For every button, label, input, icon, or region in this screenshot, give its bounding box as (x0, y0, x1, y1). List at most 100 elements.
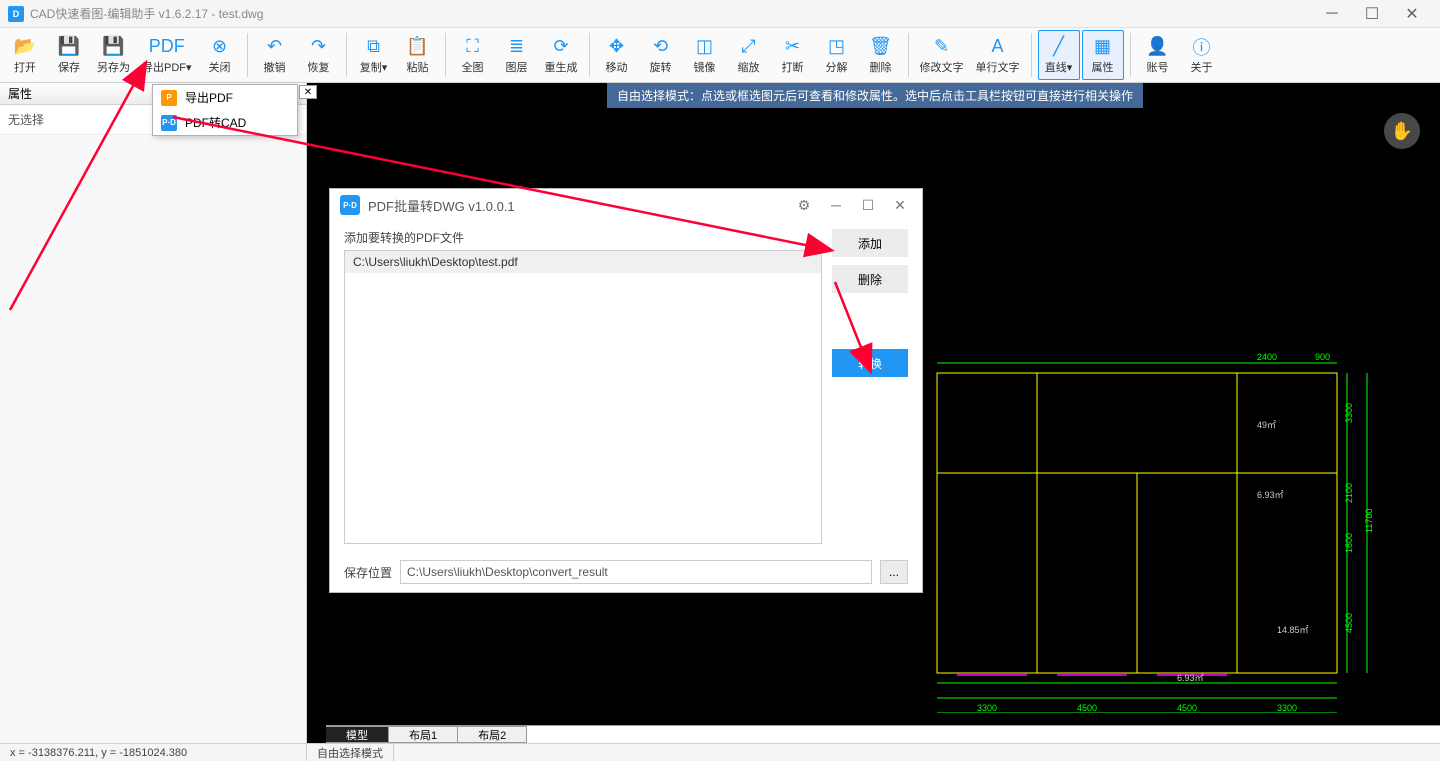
tool-保存[interactable]: 💾保存 (48, 30, 90, 80)
svg-text:11700: 11700 (1364, 509, 1374, 533)
属性-icon: ▦ (1091, 36, 1115, 58)
打开-icon: 📂 (13, 36, 37, 58)
tool-缩放[interactable]: ⤢缩放 (728, 30, 770, 80)
save-path-field[interactable]: C:\Users\liukh\Desktop\convert_result (400, 560, 872, 584)
statusbar: x = -3138376.211, y = -1851024.380 自由选择模… (0, 743, 1440, 761)
tool-镜像[interactable]: ◫镜像 (684, 30, 726, 80)
dialog-section-label: 添加要转换的PDF文件 (344, 229, 822, 246)
tool-恢复[interactable]: ↷恢复 (298, 30, 340, 80)
svg-text:3300: 3300 (1344, 403, 1354, 423)
关于-icon: ⓘ (1190, 36, 1214, 58)
layout-tabs: 模型布局1布局2 (326, 725, 1440, 743)
恢复-icon: ↷ (307, 36, 331, 58)
save-location-label: 保存位置 (344, 564, 392, 581)
另存为-icon: 💾 (102, 36, 126, 58)
tool-label: 导出PDF▾ (142, 59, 192, 75)
pdf-to-dwg-dialog: P·D PDF批量转DWG v1.0.0.1 ⚙ ─ ☐ ✕ 添加要转换的PDF… (329, 188, 923, 593)
tool-label: 镜像 (694, 59, 716, 75)
tool-关闭[interactable]: ⊗关闭 (199, 30, 241, 80)
toolbar-separator (589, 33, 590, 77)
导出PDF-icon: PDF (155, 36, 179, 58)
删除-icon: 🗑 (869, 36, 893, 58)
dialog-footer: 保存位置 C:\Users\liukh\Desktop\convert_resu… (330, 552, 922, 592)
svg-text:49㎡: 49㎡ (1257, 420, 1276, 430)
tool-label: 删除 (870, 59, 892, 75)
tool-单行文字[interactable]: A单行文字 (971, 30, 1025, 80)
dialog-settings-icon[interactable]: ⚙ (792, 193, 816, 217)
browse-button[interactable]: ... (880, 560, 908, 584)
重生成-icon: ⟳ (549, 36, 573, 58)
tool-图层[interactable]: ≣图层 (496, 30, 538, 80)
tool-label: 账号 (1147, 59, 1169, 75)
svg-text:2100: 2100 (1344, 483, 1354, 503)
tool-label: 直线▾ (1045, 59, 1073, 75)
toolbar-separator (908, 33, 909, 77)
tool-关于[interactable]: ⓘ关于 (1181, 30, 1223, 80)
pan-tool-icon[interactable]: ✋ (1384, 113, 1420, 149)
dropdown-item-pdf-to-cad[interactable]: P·D PDF转CAD (153, 110, 297, 135)
dialog-close-button[interactable]: ✕ (888, 193, 912, 217)
dialog-app-icon: P·D (340, 195, 360, 215)
tool-删除[interactable]: 🗑删除 (860, 30, 902, 80)
tool-导出PDF[interactable]: PDF导出PDF▾ (137, 30, 197, 80)
tool-分解[interactable]: ◳分解 (816, 30, 858, 80)
dropdown-close-icon[interactable]: ✕ (299, 85, 317, 99)
tool-账号[interactable]: 👤账号 (1137, 30, 1179, 80)
dialog-maximize-button[interactable]: ☐ (856, 193, 880, 217)
tool-label: 另存为 (97, 59, 130, 75)
移动-icon: ✥ (605, 36, 629, 58)
pdf-file-list[interactable]: C:\Users\liukh\Desktop\test.pdf (344, 250, 822, 544)
tool-另存为[interactable]: 💾另存为 (92, 30, 135, 80)
tool-label: 关于 (1191, 59, 1213, 75)
直线-icon: ╱ (1047, 36, 1071, 58)
svg-text:2400: 2400 (1257, 352, 1277, 362)
svg-text:900: 900 (1315, 352, 1330, 362)
list-item[interactable]: C:\Users\liukh\Desktop\test.pdf (345, 251, 821, 273)
close-button[interactable]: ✕ (1392, 0, 1432, 28)
tool-label: 打开 (14, 59, 36, 75)
旋转-icon: ⟲ (649, 36, 673, 58)
maximize-button[interactable]: ☐ (1352, 0, 1392, 28)
tool-移动[interactable]: ✥移动 (596, 30, 638, 80)
titlebar-text: CAD快速看图-编辑助手 v1.6.2.17 - test.dwg (30, 5, 1312, 22)
properties-panel: 属性 无选择 (0, 83, 307, 743)
tool-旋转[interactable]: ⟲旋转 (640, 30, 682, 80)
tool-复制[interactable]: ⧉复制▾ (353, 30, 395, 80)
add-button[interactable]: 添加 (832, 229, 908, 257)
toolbar-separator (247, 33, 248, 77)
单行文字-icon: A (986, 36, 1010, 58)
tool-直线[interactable]: ╱直线▾ (1038, 30, 1080, 80)
tool-粘贴[interactable]: 📋粘贴 (397, 30, 439, 80)
mode-display: 自由选择模式 (307, 744, 394, 761)
tool-打开[interactable]: 📂打开 (4, 30, 46, 80)
svg-text:6.93㎡: 6.93㎡ (1257, 490, 1284, 500)
minimize-button[interactable]: ─ (1312, 0, 1352, 28)
粘贴-icon: 📋 (406, 36, 430, 58)
tool-label: 全图 (462, 59, 484, 75)
toolbar-separator (1031, 33, 1032, 77)
tab-布局2[interactable]: 布局2 (458, 726, 527, 743)
svg-text:3300: 3300 (1277, 703, 1297, 713)
账号-icon: 👤 (1146, 36, 1170, 58)
cad-icon: P·D (161, 115, 177, 131)
tool-重生成[interactable]: ⟳重生成 (540, 30, 583, 80)
convert-button[interactable]: 转换 (832, 349, 908, 377)
tool-label: 移动 (606, 59, 628, 75)
tool-label: 分解 (826, 59, 848, 75)
tab-布局1[interactable]: 布局1 (389, 726, 458, 743)
dialog-minimize-button[interactable]: ─ (824, 193, 848, 217)
window-controls: ─ ☐ ✕ (1312, 0, 1432, 28)
tool-撤销[interactable]: ↶撤销 (254, 30, 296, 80)
tool-属性[interactable]: ▦属性 (1082, 30, 1124, 80)
tool-修改文字[interactable]: ✎修改文字 (915, 30, 969, 80)
export-pdf-dropdown: ✕ P 导出PDF P·D PDF转CAD (152, 84, 298, 136)
全图-icon: ⛶ (461, 36, 485, 58)
tool-全图[interactable]: ⛶全图 (452, 30, 494, 80)
delete-button[interactable]: 删除 (832, 265, 908, 293)
coords-display: x = -3138376.211, y = -1851024.380 (0, 744, 307, 761)
tool-打断[interactable]: ✂打断 (772, 30, 814, 80)
tab-模型[interactable]: 模型 (326, 726, 389, 743)
dialog-title: PDF批量转DWG v1.0.0.1 (368, 196, 784, 215)
dropdown-item-export-pdf[interactable]: P 导出PDF (153, 85, 297, 110)
tool-label: 重生成 (545, 59, 578, 75)
